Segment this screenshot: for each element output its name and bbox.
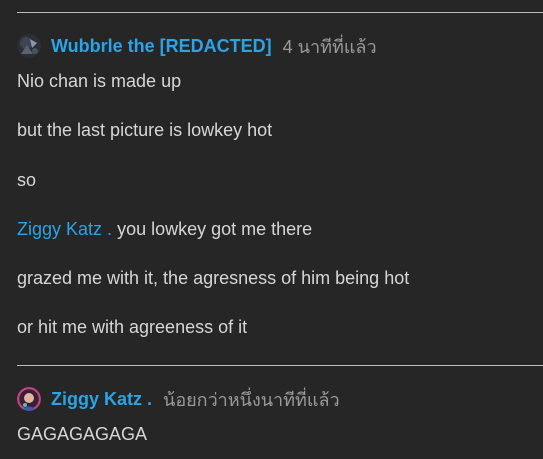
- author-name[interactable]: Ziggy Katz .: [51, 389, 152, 410]
- divider: [17, 12, 543, 13]
- comment-timestamp[interactable]: น้อยกว่าหนึ่งนาทีที่แล้ว: [163, 385, 340, 414]
- comment-line: or hit me with agreeness of it: [17, 317, 248, 337]
- comment-line-text: you lowkey got me there: [117, 219, 313, 239]
- comment-line: grazed me with it, the agresness of him …: [17, 268, 410, 288]
- comment-header: Wubbrle the [REDACTED] 4 นาทีที่แล้ว: [17, 33, 543, 59]
- author-name[interactable]: Wubbrle the [REDACTED]: [51, 36, 272, 57]
- avatar[interactable]: [17, 387, 41, 411]
- comment-timestamp[interactable]: 4 นาทีที่แล้ว: [283, 32, 377, 61]
- comment-line: Ziggy Katz . you lowkey got me there: [17, 218, 535, 240]
- comment-line: GAGAGAGAGA: [17, 424, 148, 444]
- divider: [17, 365, 543, 366]
- comment-line: but the last picture is lowkey hot: [17, 120, 273, 140]
- comment-line: Nio chan is made up: [17, 71, 182, 91]
- user-mention-link[interactable]: Ziggy Katz .: [17, 219, 112, 239]
- comment-line: so: [17, 170, 37, 190]
- avatar[interactable]: [17, 34, 41, 58]
- comment-header: Ziggy Katz . น้อยกว่าหนึ่งนาทีที่แล้ว: [17, 386, 543, 412]
